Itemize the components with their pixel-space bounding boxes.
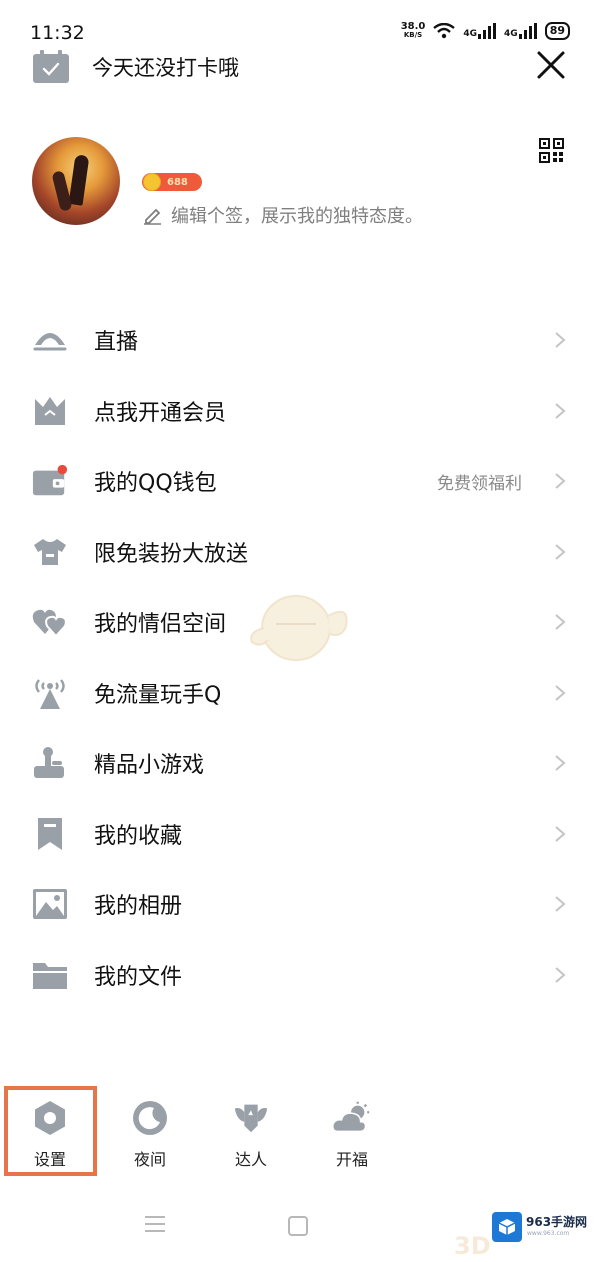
menu-item-mini-games[interactable]: 精品小游戏 bbox=[0, 728, 596, 799]
avatar-figure bbox=[68, 154, 90, 206]
sun-cloud-icon bbox=[332, 1098, 372, 1138]
bookmark-icon bbox=[32, 817, 68, 851]
home-icon[interactable] bbox=[288, 1216, 308, 1236]
menu-icon[interactable] bbox=[144, 1215, 166, 1233]
coin-icon bbox=[143, 173, 161, 191]
shirt-icon bbox=[32, 535, 68, 569]
chevron-right-icon bbox=[555, 473, 566, 490]
cube-logo-icon bbox=[492, 1212, 522, 1242]
chevron-right-icon bbox=[555, 332, 566, 349]
watermark-3d-text: 3D bbox=[454, 1232, 491, 1260]
winged-badge-icon bbox=[231, 1098, 271, 1138]
chevron-right-icon bbox=[555, 543, 566, 560]
battery-indicator: 89 bbox=[544, 22, 570, 40]
chevron-right-icon bbox=[555, 966, 566, 983]
pencil-icon bbox=[144, 208, 161, 225]
status-indicators: 38.0 KB/S 4G 4G 89 bbox=[401, 22, 570, 40]
menu-item-vip[interactable]: 点我开通会员 bbox=[0, 376, 596, 447]
signal-1: 4G bbox=[463, 23, 497, 39]
menu-item-album[interactable]: 我的相册 bbox=[0, 869, 596, 940]
folder-icon bbox=[32, 958, 68, 992]
signal-2: 4G bbox=[504, 23, 537, 39]
chevron-right-icon bbox=[555, 614, 566, 631]
mascot-watermark bbox=[250, 595, 348, 661]
menu-item-favorites[interactable]: 我的收藏 bbox=[0, 799, 596, 870]
live-icon bbox=[32, 323, 68, 357]
menu-item-files[interactable]: 我的文件 bbox=[0, 940, 596, 1011]
menu-item-wallet[interactable]: 我的QQ钱包 免费领福利 bbox=[0, 446, 596, 517]
status-time: 11:32 bbox=[30, 22, 85, 44]
chevron-right-icon bbox=[555, 825, 566, 842]
chevron-right-icon bbox=[555, 896, 566, 913]
signature-text: 编辑个签，展示我的独特态度。 bbox=[171, 206, 423, 227]
menu-item-dressup[interactable]: 限免装扮大放送 bbox=[0, 517, 596, 588]
signal-tower-icon bbox=[32, 676, 68, 710]
chevron-right-icon bbox=[555, 684, 566, 701]
expert-label: 达人 bbox=[234, 1150, 267, 1169]
crown-bag-icon bbox=[32, 394, 68, 428]
signature-edit[interactable]: 编辑个签，展示我的独特态度。 bbox=[143, 202, 423, 228]
joystick-icon bbox=[32, 746, 68, 780]
wallet-promo: 免费领福利 bbox=[437, 473, 522, 494]
photo-icon bbox=[32, 887, 68, 921]
network-speed: 38.0 KB/S bbox=[400, 21, 426, 40]
watermark-url: www.963.com bbox=[527, 1230, 570, 1237]
calendar-check-icon[interactable] bbox=[32, 50, 70, 84]
signal-bars-icon bbox=[478, 23, 497, 39]
chevron-right-icon bbox=[555, 402, 566, 419]
avatar[interactable] bbox=[32, 137, 120, 225]
highlight-frame bbox=[4, 1086, 97, 1176]
blessing-button[interactable]: 开福 bbox=[312, 1098, 392, 1170]
menu-item-live[interactable]: 直播 bbox=[0, 305, 596, 376]
menu-item-free-data[interactable]: 免流量玩手Q bbox=[0, 658, 596, 729]
wifi-icon bbox=[433, 23, 456, 39]
watermark-brand: 963手游网 bbox=[526, 1215, 588, 1229]
chevron-right-icon bbox=[555, 755, 566, 772]
moon-icon bbox=[130, 1098, 170, 1138]
wallet-icon bbox=[32, 464, 68, 498]
signal-bars-icon bbox=[518, 23, 537, 39]
night-mode-button[interactable]: 夜间 bbox=[110, 1098, 190, 1170]
level-badge[interactable]: 688 bbox=[142, 173, 202, 191]
level-value: 688 bbox=[167, 176, 188, 188]
hearts-icon bbox=[32, 605, 68, 639]
qr-code-icon[interactable] bbox=[539, 138, 564, 163]
night-label: 夜间 bbox=[133, 1150, 166, 1169]
blessing-label: 开福 bbox=[335, 1150, 368, 1169]
close-icon[interactable] bbox=[534, 48, 568, 82]
checkin-prompt[interactable]: 今天还没打卡哦 bbox=[92, 52, 239, 82]
expert-button[interactable]: 达人 bbox=[211, 1098, 291, 1170]
notification-dot bbox=[57, 465, 68, 475]
